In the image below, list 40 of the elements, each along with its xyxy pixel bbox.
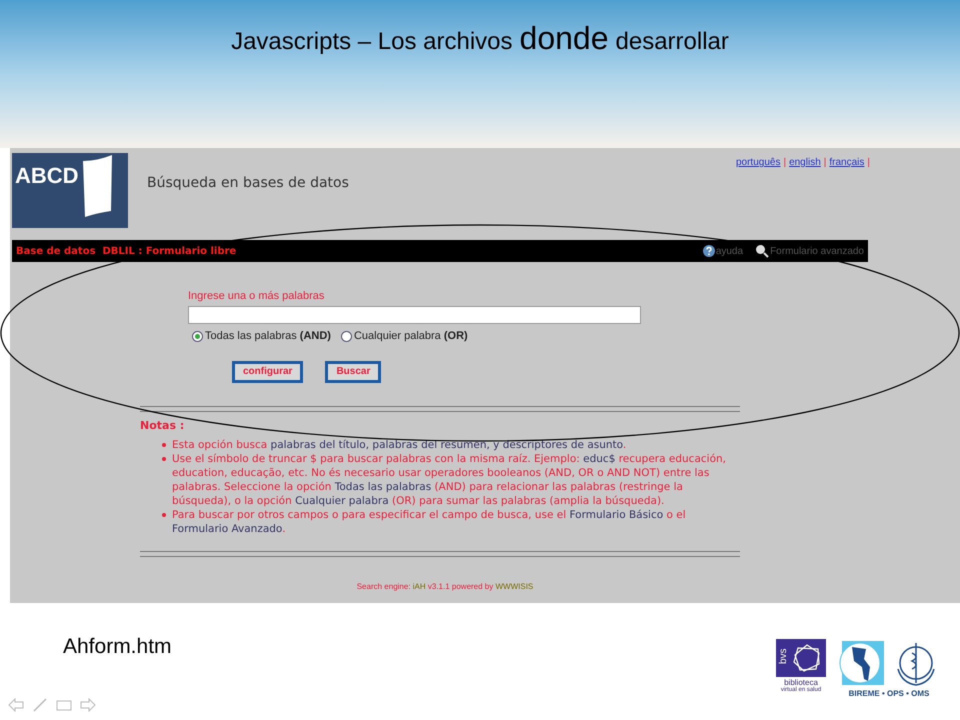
search-icon <box>755 244 770 258</box>
back-arrow-icon[interactable] <box>8 698 24 712</box>
menu-icon[interactable] <box>56 698 72 712</box>
footer-text: Search engine: iAH v3.1.1 powered by WWWISIS <box>356 580 534 592</box>
star-polygon-icon <box>792 643 822 673</box>
radio-label[interactable]: Todas las palabras (AND) <box>205 328 331 344</box>
bvs-logo: bvs <box>776 639 826 677</box>
language-link[interactable]: français <box>829 155 864 169</box>
form-button[interactable]: configurar <box>232 360 304 382</box>
database-name: Base de datos DBLIL : Formulario libre <box>16 244 236 258</box>
help-icon <box>702 245 715 257</box>
bvs-caption: biblioteca <box>784 679 818 687</box>
language-link[interactable]: english <box>789 155 821 169</box>
forward-arrow-icon[interactable] <box>80 698 96 712</box>
form-label: Ingrese una o más palabras <box>188 289 326 302</box>
link-separator: | <box>783 156 786 169</box>
bullet-icon <box>162 456 166 460</box>
radio-button[interactable] <box>192 330 203 342</box>
advanced-form-link[interactable]: Formulario avanzado <box>770 244 864 258</box>
slide-caption: Ahform.htm <box>63 634 172 660</box>
slide-title: Javascripts – Los archivos donde desarrollar <box>231 20 729 56</box>
help-link[interactable]: ayuda <box>716 244 744 258</box>
search-input-field[interactable] <box>188 306 641 324</box>
globe-americas-icon <box>838 639 886 687</box>
notes-heading: Notas : <box>140 418 186 432</box>
note-text: Esta opción busca palabras del título, palabras del resumen, y descriptores de asunto. <box>172 438 626 452</box>
form-button[interactable]: Buscar <box>325 360 382 382</box>
link-separator: | <box>867 156 870 169</box>
note-text: Para buscar por otros campos o para especificar el campo de busca, use el Formulario Básico o el Formulario Avanzado. <box>172 508 687 536</box>
link-separator: | <box>824 156 826 169</box>
logo-text: ABCD <box>15 165 79 187</box>
bullet-icon <box>162 512 166 516</box>
note-text: Use el símbolo de truncar $ para buscar palabras con la misma raíz. Ejemplo: educ$ recupera educación, education, educação, etc. No és necesario usar operadores booleanos (AND, OR o AND NOT) entre las palabras. Seleccione la opción Todas las palabras (AND) para relacionar las palabras (restringe la búsqueda), o la opción Cualquier palabra (OR) para sumar las palabras (amplia la búsqueda). <box>172 452 727 508</box>
page-icon <box>80 155 113 217</box>
language-link[interactable]: português <box>736 155 780 169</box>
radio-label[interactable]: Cualquier palabra (OR) <box>354 328 468 344</box>
partners-caption: BIREME • OPS • OMS <box>848 688 930 700</box>
radio-button[interactable] <box>340 330 352 342</box>
bullet-icon <box>162 442 166 446</box>
page-heading: Búsqueda en bases de datos <box>147 174 349 193</box>
